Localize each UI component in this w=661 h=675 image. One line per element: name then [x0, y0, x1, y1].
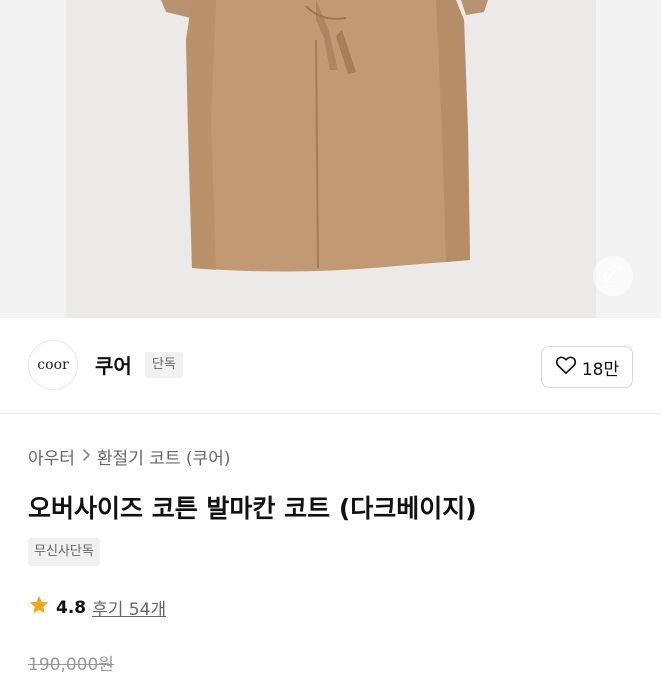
brand-logo-text: coor [37, 357, 69, 373]
expand-arrows-icon [602, 263, 624, 289]
product-title: 오버사이즈 코튼 발마칸 코트 (다크베이지) [28, 494, 477, 523]
breadcrumb: 아우터 환절기 코트 (쿠어) [28, 444, 230, 469]
expand-image-button[interactable] [593, 256, 633, 296]
heart-icon [555, 355, 577, 380]
exclusive-badge: 무신사단독 [28, 538, 100, 566]
brand-row: coor 쿠어 단독 18만 [0, 318, 661, 414]
brand-logo[interactable]: coor [28, 340, 78, 390]
like-button[interactable]: 18만 [541, 346, 633, 388]
brand-exclusive-tag: 단독 [145, 352, 183, 378]
coat-illustration [161, 0, 488, 272]
brand-name-link[interactable]: 쿠어 [95, 350, 132, 379]
original-price: 190,000원 [28, 655, 114, 675]
product-photo[interactable] [66, 0, 596, 318]
rating-row: 4.8 후기 54개 [28, 594, 166, 621]
like-count: 18만 [581, 359, 620, 380]
chevron-right-icon [81, 447, 91, 467]
product-image-area [0, 0, 661, 318]
breadcrumb-category[interactable]: 아우터 [28, 444, 75, 469]
rating-value: 4.8 [56, 597, 87, 618]
star-icon [28, 594, 50, 621]
review-count-link[interactable]: 후기 54개 [92, 595, 166, 620]
breadcrumb-subcategory[interactable]: 환절기 코트 (쿠어) [97, 444, 231, 469]
